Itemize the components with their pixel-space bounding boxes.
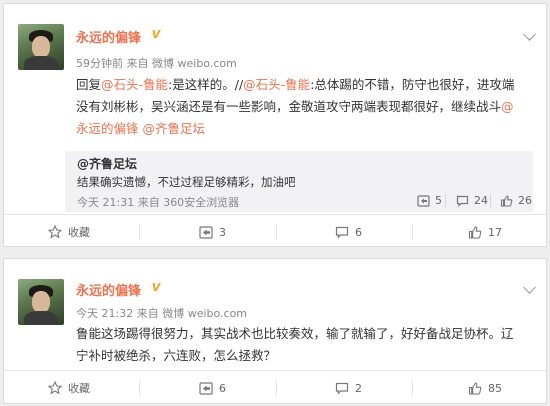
weibo-post-card: 永远的偏锋 V 59分钟前 来自 微博 weibo.com 回复@石头-鲁能:是…: [3, 3, 547, 247]
post-text: 回复@石头-鲁能:是这样的。//@石头-鲁能:总体踢的不错，防守也很好，进攻端 …: [76, 74, 532, 140]
post-time[interactable]: 59分钟前: [76, 57, 123, 70]
comment-icon: [456, 195, 469, 207]
mention-link[interactable]: @齐鲁足坛: [143, 121, 206, 136]
post-text-line: 回复@石头-鲁能:是这样的。//@石头-鲁能:总体踢的不错，防守也很好，进攻端: [76, 77, 515, 92]
quoted-text: 结果确实遗憾，不过过程足够精彩，加油吧: [77, 175, 296, 189]
like-button[interactable]: 85: [468, 371, 502, 405]
repost-button[interactable]: 6: [199, 371, 226, 405]
author-name[interactable]: 永远的偏锋: [76, 27, 141, 46]
verified-icon: V: [151, 281, 161, 294]
favorite-button[interactable]: 收藏: [48, 371, 90, 405]
post-meta: 今天 21:32 来自 微博 weibo.com: [76, 305, 247, 321]
repost-icon: [199, 225, 213, 239]
post-action-bar: 收藏 3 6 17: [4, 214, 546, 249]
chevron-down-icon[interactable]: [523, 28, 536, 41]
avatar[interactable]: [18, 279, 64, 325]
quoted-repost-button[interactable]: 5: [417, 194, 442, 207]
mention-link[interactable]: @石头-鲁能: [101, 77, 168, 92]
quoted-like-button[interactable]: 26: [500, 194, 532, 207]
thumbs-up-icon: [468, 381, 482, 395]
comment-button[interactable]: 6: [335, 215, 362, 249]
post-text: 鲁能这场踢得很努力，其实战术也比较奏效，输了就输了，好好备战足协杯。辽 宁补时被…: [76, 323, 532, 367]
comment-icon: [335, 382, 349, 395]
post-text-line: 鲁能这场踢得很努力，其实战术也比较奏效，输了就输了，好好备战足协杯。辽: [76, 326, 514, 341]
post-time[interactable]: 今天 21:32: [76, 307, 133, 320]
mention-link[interactable]: 永远的偏锋: [76, 121, 139, 136]
mention-link[interactable]: @石头-鲁能: [243, 77, 310, 92]
weibo-post-card: 永远的偏锋 V 今天 21:32 来自 微博 weibo.com 鲁能这场踢得很…: [3, 258, 547, 404]
repost-icon: [417, 194, 430, 207]
comment-button[interactable]: 2: [335, 371, 362, 405]
quoted-comment-button[interactable]: 24: [456, 194, 488, 207]
post-text-line: 没有刘彬彬，吴兴涵还是有一些影响，金敬道攻守两端表现都很好，继续战斗@: [76, 99, 514, 114]
comment-icon: [335, 226, 349, 239]
post-source[interactable]: 来自 微博 weibo.com: [127, 57, 237, 70]
repost-button[interactable]: 3: [199, 215, 226, 249]
verified-icon: V: [151, 28, 161, 41]
post-text-line: 永远的偏锋 @齐鲁足坛: [76, 118, 532, 140]
chevron-down-icon[interactable]: [523, 281, 536, 294]
star-icon: [48, 225, 62, 239]
thumbs-up-icon: [468, 225, 482, 239]
repost-icon: [199, 381, 213, 395]
author-name[interactable]: 永远的偏锋: [76, 280, 141, 299]
post-text-line: 宁补时被绝杀，六连败，怎么拯救？: [76, 348, 277, 363]
post-action-bar: 收藏 6 2 85: [4, 370, 546, 405]
star-icon: [48, 381, 62, 395]
mention-link[interactable]: @: [501, 99, 514, 114]
quoted-post[interactable]: @齐鲁足坛 结果确实遗憾，不过过程足够精彩，加油吧 今天 21:31 来自 36…: [65, 151, 533, 212]
post-meta: 59分钟前 来自 微博 weibo.com: [76, 55, 237, 71]
favorite-button[interactable]: 收藏: [48, 215, 90, 249]
quoted-meta: 今天 21:31 来自 360安全浏览器: [77, 196, 240, 209]
like-button[interactable]: 17: [468, 215, 502, 249]
thumbs-up-icon: [500, 194, 513, 207]
post-source[interactable]: 来自 微博 weibo.com: [137, 307, 247, 320]
avatar[interactable]: [18, 24, 64, 70]
quoted-author[interactable]: @齐鲁足坛: [77, 155, 137, 172]
